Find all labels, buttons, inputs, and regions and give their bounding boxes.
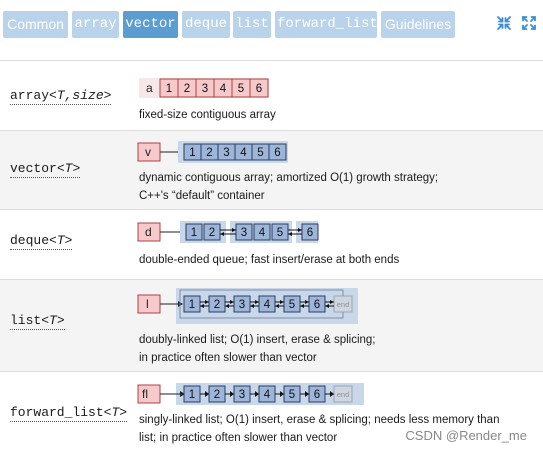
end-node-label: end xyxy=(337,300,350,309)
node-cell-value: 6 xyxy=(314,299,320,311)
tab-vector[interactable]: vector xyxy=(123,11,178,38)
container-name-forward-list[interactable]: forward_list<T> xyxy=(10,405,128,422)
tab-guidelines[interactable]: Guidelines xyxy=(381,11,455,38)
element-cell-value: 5 xyxy=(257,147,263,159)
tab-list[interactable]: list xyxy=(233,11,271,38)
node-cell-value: 6 xyxy=(314,389,320,401)
element-cell-value: 2 xyxy=(209,227,215,239)
container-name-vector[interactable]: vector<T> xyxy=(10,161,81,178)
node-cell-value: 2 xyxy=(214,389,220,401)
element-cell-value: 6 xyxy=(274,147,280,159)
watermark: CSDN @Render_me xyxy=(405,428,527,443)
container-desc: double-ended queue; fast insert/erase at… xyxy=(139,254,400,266)
array-diagram: a 123456 xyxy=(139,78,269,98)
container-desc: fixed-size contiguous array xyxy=(139,109,276,121)
diagram-label: l xyxy=(146,297,149,311)
element-cell-value: 5 xyxy=(277,227,283,239)
container-tabs: Common array vector deque list forward_l… xyxy=(0,0,543,48)
element-cell-value: 4 xyxy=(259,227,266,239)
tab-forward-list[interactable]: forward_list xyxy=(275,11,378,38)
element-cell-value: 2 xyxy=(206,147,212,159)
list-diagram: l 1 2 3 4 5 6 end xyxy=(137,288,358,324)
tab-deque[interactable]: deque xyxy=(182,11,230,38)
node-cell-value: 3 xyxy=(239,299,245,311)
node-cell-value: 5 xyxy=(289,389,295,401)
container-name-array[interactable]: array<T,size> xyxy=(10,88,112,105)
element-cell-value: 2 xyxy=(184,83,190,95)
end-node-label: end xyxy=(337,390,350,399)
diagram-label: v xyxy=(145,145,151,159)
diagram-label: a xyxy=(146,81,153,95)
tab-array[interactable]: array xyxy=(72,11,119,38)
diagram-label: d xyxy=(145,225,152,239)
container-name-list[interactable]: list<T> xyxy=(10,313,65,330)
container-name-deque[interactable]: deque<T> xyxy=(10,233,73,250)
diagram-label: fl xyxy=(142,387,148,401)
element-cell-value: 4 xyxy=(240,147,247,159)
container-row-vector: vector<T> v 123456 dynamic contiguous ar… xyxy=(0,130,543,209)
node-cell-value: 4 xyxy=(264,299,271,311)
node-cell-value: 1 xyxy=(189,389,195,401)
element-cell-value: 3 xyxy=(223,147,229,159)
element-cell-value: 1 xyxy=(166,83,172,95)
element-cell-value: 6 xyxy=(307,227,313,239)
expand-arrows-icon[interactable] xyxy=(521,15,537,31)
container-row-deque: deque<T> d 12 345 6 double-ended queue; fa… xyxy=(0,209,543,279)
element-cell-value: 3 xyxy=(241,227,247,239)
node-cell-value: 1 xyxy=(189,299,195,311)
container-row-list: list<T> l 1 2 3 4 5 6 end doubly-linked list; … xyxy=(0,279,543,371)
element-cell-value: 1 xyxy=(191,227,197,239)
deque-diagram: d 12 345 6 xyxy=(137,221,319,243)
tab-common[interactable]: Common xyxy=(3,11,68,38)
container-desc: dynamic contiguous array; amortized O(1)… xyxy=(139,172,439,202)
element-cell-value: 4 xyxy=(220,83,227,95)
element-cell-value: 3 xyxy=(202,83,208,95)
element-cell-value: 5 xyxy=(238,83,244,95)
node-cell-value: 5 xyxy=(289,299,295,311)
element-cell-value: 6 xyxy=(256,83,262,95)
collapse-arrows-icon[interactable] xyxy=(496,15,512,31)
node-cell-value: 2 xyxy=(214,299,220,311)
forward-list-diagram: fl 1 2 3 4 5 6 end xyxy=(137,383,364,405)
container-desc: doubly-linked list; O(1) insert, erase &… xyxy=(139,334,376,364)
element-cell-value: 1 xyxy=(189,147,195,159)
container-row-array: array<T,size> a 123456 fixed-size contig… xyxy=(0,60,543,130)
vector-diagram: v 123456 xyxy=(137,141,288,163)
node-cell-value: 4 xyxy=(264,389,271,401)
node-cell-value: 3 xyxy=(239,389,245,401)
